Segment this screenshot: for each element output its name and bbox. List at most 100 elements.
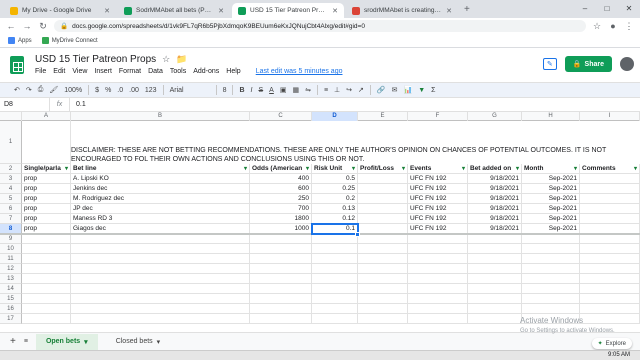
column-header[interactable]: B [71,112,250,121]
url-input[interactable]: 🔒 docs.google.com/spreadsheets/d/1vk9FL7… [54,20,586,32]
empty-cell[interactable] [522,264,580,274]
text-color-button[interactable]: A [269,87,274,94]
empty-cell[interactable] [22,121,71,164]
wrap-icon[interactable]: ↪ [346,86,352,94]
more-formats-button[interactable]: 123 [145,87,157,94]
empty-cell[interactable] [358,284,408,294]
empty-cell[interactable] [358,314,408,324]
empty-cell[interactable] [408,294,468,304]
empty-cell[interactable] [580,284,640,294]
empty-cell[interactable] [408,244,468,254]
close-tab-icon[interactable]: ✕ [446,7,452,15]
select-all-corner[interactable] [0,112,22,121]
table-cell[interactable]: A. Lipski KO [71,174,250,184]
empty-cell[interactable] [358,234,408,244]
column-header[interactable]: E [358,112,408,121]
table-cell[interactable] [580,204,640,214]
table-cell[interactable] [580,214,640,224]
table-cell[interactable] [580,194,640,204]
empty-cell[interactable] [312,244,358,254]
table-cell[interactable]: UFC FN 192 [408,194,468,204]
empty-cell[interactable] [408,254,468,264]
empty-cell[interactable] [408,304,468,314]
empty-cell[interactable] [22,304,71,314]
empty-cell[interactable] [522,294,580,304]
fill-handle[interactable] [355,232,360,237]
comment-history-icon[interactable]: ✎ [542,58,557,70]
header-cell[interactable]: Risk Unit ▾ [312,164,358,174]
empty-cell[interactable] [468,254,522,264]
filter-icon[interactable]: ▾ [634,164,637,173]
empty-cell[interactable] [408,264,468,274]
filter-icon[interactable]: ▾ [306,164,309,173]
empty-cell[interactable] [71,294,250,304]
add-sheet-icon[interactable]: + [10,336,16,347]
table-cell[interactable]: M. Rodriguez dec [71,194,250,204]
increase-decimal-button[interactable]: .00 [129,87,139,94]
menu-item[interactable]: Insert [94,68,112,75]
dropdown-icon[interactable]: ▾ [84,338,88,346]
empty-cell[interactable] [522,304,580,314]
header-cell[interactable]: Events ▾ [408,164,468,174]
new-tab-icon[interactable]: + [464,4,470,15]
empty-cell[interactable] [250,304,312,314]
empty-cell[interactable] [22,254,71,264]
empty-cell[interactable] [358,244,408,254]
italic-button[interactable]: I [251,87,253,94]
bold-button[interactable]: B [239,87,244,94]
all-sheets-icon[interactable]: ≡ [24,338,28,345]
header-cell[interactable]: Single/parla ▾ [22,164,71,174]
header-cell[interactable]: Profit/Loss ▾ [358,164,408,174]
currency-button[interactable]: $ [95,87,99,94]
column-header[interactable]: I [580,112,640,121]
table-cell[interactable]: UFC FN 192 [408,214,468,224]
bookmark-apps[interactable]: Apps [8,37,32,44]
empty-cell[interactable] [22,284,71,294]
header-cell[interactable]: Bet added on ▾ [468,164,522,174]
row-header[interactable]: 10 [0,244,22,254]
row-header[interactable]: 1 [0,121,22,164]
table-cell[interactable] [358,174,408,184]
close-tab-icon[interactable]: ✕ [332,7,338,15]
table-cell[interactable]: 0.5 [312,174,358,184]
last-edit-link[interactable]: Last edit was 5 minutes ago [256,68,343,75]
empty-cell[interactable] [468,234,522,244]
empty-cell[interactable] [22,274,71,284]
table-cell[interactable] [580,174,640,184]
maximize-icon[interactable]: □ [596,0,618,16]
menu-item[interactable]: Add-ons [193,68,219,75]
menu-item[interactable]: Help [226,68,240,75]
empty-cell[interactable] [22,264,71,274]
table-cell[interactable]: Sep-2021 [522,174,580,184]
empty-cell[interactable] [312,264,358,274]
menu-dots-icon[interactable]: ⋮ [624,21,634,32]
font-size-select[interactable]: 8 [223,87,227,94]
filter-icon[interactable]: ▼ [418,87,425,94]
empty-cell[interactable] [71,284,250,294]
empty-cell[interactable] [468,294,522,304]
formula-input[interactable]: 0.1 [70,101,86,108]
empty-cell[interactable] [522,244,580,254]
table-cell[interactable]: prop [22,204,71,214]
link-icon[interactable]: 🔗 [377,86,386,94]
close-tab-icon[interactable]: ✕ [218,7,224,15]
filter-icon[interactable]: ▾ [516,164,519,173]
filter-icon[interactable]: ▾ [244,164,247,173]
empty-cell[interactable] [312,314,358,324]
table-cell[interactable]: 250 [250,194,312,204]
close-tab-icon[interactable]: ✕ [104,7,110,15]
sheets-logo-icon[interactable] [10,56,24,74]
table-cell[interactable]: 9/18/2021 [468,194,522,204]
comment-icon[interactable]: ✉ [392,86,398,94]
table-cell[interactable] [358,214,408,224]
star-icon[interactable]: ☆ [162,54,170,65]
column-header[interactable]: C [250,112,312,121]
name-box[interactable]: D8 [0,98,50,111]
table-cell[interactable]: Jenkins dec [71,184,250,194]
table-cell[interactable]: 9/18/2021 [468,204,522,214]
row-header[interactable]: 11 [0,254,22,264]
forward-icon[interactable]: → [22,21,32,31]
browser-tab[interactable]: srodrMMAbet is creating Statisti✕ [346,3,458,18]
row-header[interactable]: 5 [0,194,22,204]
column-header[interactable]: D [312,112,358,121]
